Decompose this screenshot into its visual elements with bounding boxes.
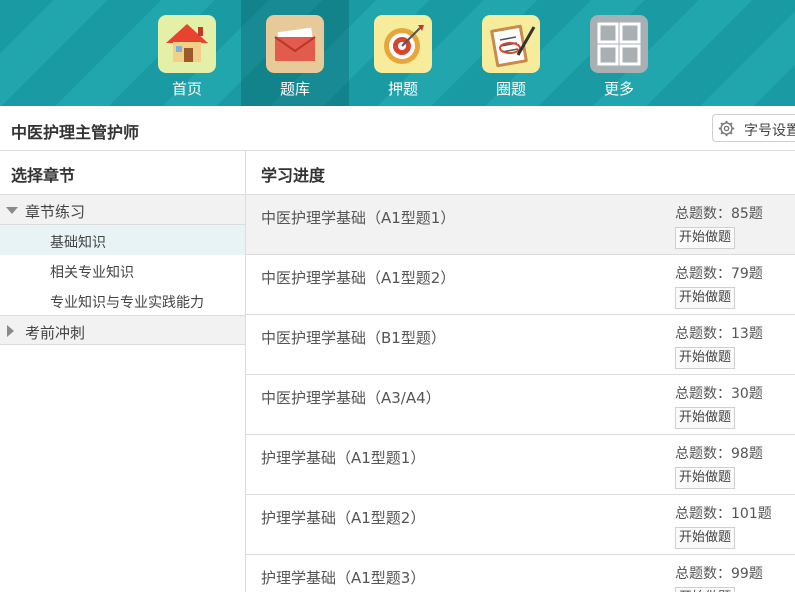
chapter-item-basic-knowledge[interactable]: 基础知识: [0, 225, 245, 255]
start-practice-button[interactable]: 开始做题: [675, 527, 736, 549]
list-item: 护理学基础（A1型题3） 总题数：99题 开始做题: [246, 555, 795, 592]
target-icon: [374, 15, 432, 73]
exercise-title: 中医护理学基础（A3/A4）: [261, 389, 441, 407]
question-count: 总题数：13题: [675, 326, 763, 342]
chapter-label: 考前冲刺: [25, 324, 86, 342]
progress-panel-header: 学习进度: [246, 151, 795, 195]
question-count: 总题数：85题: [675, 206, 763, 222]
font-size-button[interactable]: 字号设置: [712, 114, 795, 142]
chapter-item-related-knowledge[interactable]: 相关专业知识: [0, 255, 245, 285]
list-item: 中医护理学基础（A1型题1） 总题数：85题 开始做题: [246, 195, 795, 255]
expand-right-icon: [7, 325, 14, 337]
start-practice-button[interactable]: 开始做题: [675, 347, 736, 369]
gear-icon: [718, 120, 735, 137]
page-title: 中医护理主管护师: [11, 123, 140, 142]
chapter-panel: 选择章节 章节练习 基础知识 相关专业知识 专业知识与专业实践能力 考前冲刺: [0, 151, 246, 592]
nav-label: 押题: [387, 80, 418, 98]
clipboard-icon: [482, 15, 540, 73]
nav-label: 更多: [603, 80, 634, 98]
nav-item-question-bank[interactable]: 题库: [241, 0, 349, 106]
exercise-title: 护理学基础（A1型题3）: [261, 569, 426, 587]
nav-label: 圈题: [495, 80, 526, 98]
question-count: 总题数：98题: [675, 446, 763, 462]
chapter-chapter-practice[interactable]: 章节练习: [0, 195, 245, 225]
chapter-final-sprint[interactable]: 考前冲刺: [0, 315, 245, 345]
exercise-title: 护理学基础（A1型题2）: [261, 509, 426, 527]
list-item: 护理学基础（A1型题2） 总题数：101题 开始做题: [246, 495, 795, 555]
exercise-title: 中医护理学基础（A1型题2）: [261, 269, 456, 287]
list-item: 中医护理学基础（B1型题） 总题数：13题 开始做题: [246, 315, 795, 375]
chapter-panel-header: 选择章节: [0, 151, 245, 195]
font-size-label: 字号设置: [744, 123, 795, 139]
home-icon: [158, 15, 216, 73]
chapter-item-professional-practice[interactable]: 专业知识与专业实践能力: [0, 285, 245, 315]
mail-icon: [266, 15, 324, 73]
expand-down-icon: [6, 207, 18, 214]
chapter-item-label: 专业知识与专业实践能力: [50, 295, 204, 311]
question-count: 总题数：99题: [675, 566, 763, 582]
list-item: 中医护理学基础（A3/A4） 总题数：30题 开始做题: [246, 375, 795, 435]
start-practice-button[interactable]: 开始做题: [675, 587, 736, 592]
exercise-title: 护理学基础（A1型题1）: [261, 449, 426, 467]
nav-item-predict[interactable]: 押题: [349, 0, 457, 106]
nav-item-more[interactable]: 更多: [565, 0, 673, 106]
chapter-item-label: 基础知识: [50, 235, 106, 251]
grid-icon: [590, 15, 648, 73]
progress-panel: 学习进度 中医护理学基础（A1型题1） 总题数：85题 开始做题 中医护理学基础…: [246, 151, 795, 592]
nav-item-circle[interactable]: 圈题: [457, 0, 565, 106]
question-count: 总题数：101题: [675, 506, 772, 522]
nav-label: 题库: [279, 80, 310, 98]
list-item: 中医护理学基础（A1型题2） 总题数：79题 开始做题: [246, 255, 795, 315]
nav-label: 首页: [171, 80, 202, 98]
list-item: 护理学基础（A1型题1） 总题数：98题 开始做题: [246, 435, 795, 495]
top-nav: 首页 题库 押题 圈题 更多: [0, 0, 795, 106]
title-bar: 中医护理主管护师 字号设置: [0, 106, 795, 151]
question-count: 总题数：30题: [675, 386, 763, 402]
question-count: 总题数：79题: [675, 266, 763, 282]
start-practice-button[interactable]: 开始做题: [675, 407, 736, 429]
chapter-item-label: 相关专业知识: [50, 265, 134, 281]
start-practice-button[interactable]: 开始做题: [675, 467, 736, 489]
nav-item-home[interactable]: 首页: [133, 0, 241, 106]
exercise-title: 中医护理学基础（B1型题）: [261, 329, 446, 347]
start-practice-button[interactable]: 开始做题: [675, 227, 736, 249]
chapter-label: 章节练习: [25, 203, 86, 221]
start-practice-button[interactable]: 开始做题: [675, 287, 736, 309]
exercise-title: 中医护理学基础（A1型题1）: [261, 209, 456, 227]
